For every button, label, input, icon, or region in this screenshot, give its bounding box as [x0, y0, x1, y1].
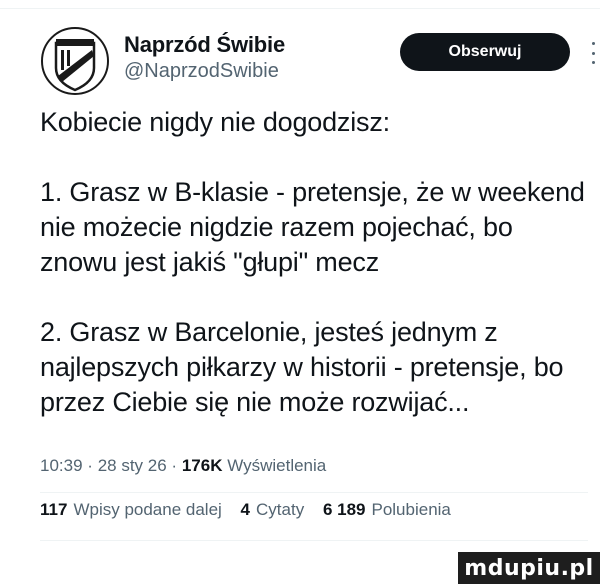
divider — [40, 492, 588, 493]
likes-label: Polubienia — [371, 500, 451, 519]
post-time[interactable]: 10:39 — [40, 456, 83, 475]
avatar[interactable] — [40, 26, 110, 96]
post-paragraph: 2. Grasz w Barcelonie, jesteś jednym z n… — [40, 317, 564, 417]
reposts-stat[interactable]: 117 Wpisy podane dalej — [40, 500, 222, 520]
author-name[interactable]: Naprzód Świbie — [124, 32, 285, 58]
reposts-count: 117 — [40, 500, 68, 519]
top-divider — [0, 8, 600, 9]
meta-separator: · — [171, 456, 178, 475]
post-metadata: 10:39 · 28 sty 26 · 176K Wyświetlenia — [40, 456, 326, 476]
quotes-count: 4 — [240, 500, 251, 519]
views-count: 176K — [181, 456, 223, 475]
post-paragraph: Kobiecie nigdy nie dogodzisz: — [40, 107, 390, 137]
meta-separator: · — [87, 456, 93, 475]
reposts-label: Wpisy podane dalej — [73, 500, 222, 519]
post-paragraph: 1. Grasz w B-klasie - pretensje, że w we… — [40, 177, 585, 277]
quotes-label: Cytaty — [256, 500, 305, 519]
likes-count: 6 189 — [322, 500, 366, 519]
likes-stat[interactable]: 6 189 Polubienia — [323, 500, 451, 520]
follow-button[interactable]: Obserwuj — [400, 33, 570, 71]
quotes-stat[interactable]: 4 Cytaty — [241, 500, 305, 520]
divider — [40, 540, 588, 541]
views-label: Wyświetlenia — [227, 456, 327, 475]
site-watermark: mdupiu.pl — [458, 552, 600, 584]
engagement-stats: 117 Wpisy podane dalej 4 Cytaty 6 189 Polub… — [40, 500, 465, 520]
more-options-icon[interactable] — [590, 42, 596, 64]
post-date[interactable]: 28 sty 26 — [98, 456, 167, 475]
author-handle[interactable]: @NaprzodSwibie — [124, 60, 279, 83]
post-body: Kobiecie nigdy nie dogodzisz: 1. Grasz w… — [40, 105, 588, 420]
club-crest-icon — [41, 27, 109, 95]
